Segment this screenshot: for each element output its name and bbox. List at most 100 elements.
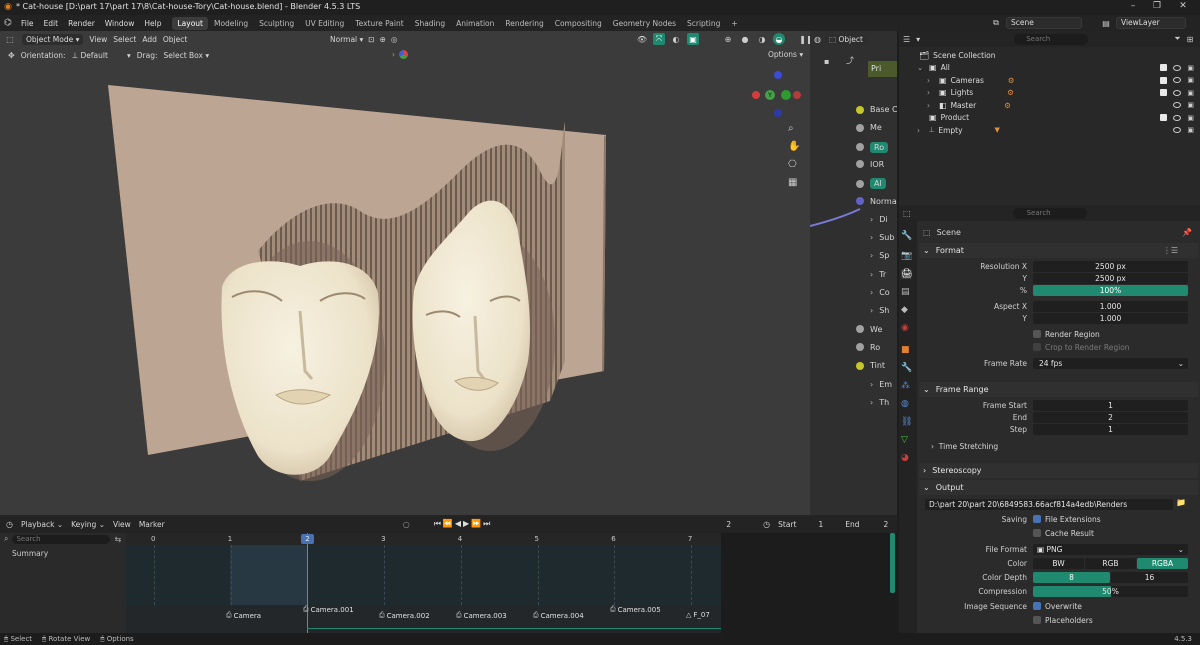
properties-type-icon[interactable]: ⬚ <box>903 209 911 218</box>
swap-icon[interactable]: ⇆ <box>114 535 121 544</box>
timeline-marker[interactable]: ⎙ Camera.002 <box>379 611 430 620</box>
pan-hand-icon[interactable]: ✋ <box>788 141 800 152</box>
socket-icon[interactable] <box>856 361 864 370</box>
crop-region-checkbox[interactable] <box>1033 343 1041 351</box>
outliner-row[interactable]: › ⟂ Empty ▼ ▣ <box>899 124 1200 137</box>
format-section-header[interactable]: ⌄ Format ⋮☰ <box>919 243 1198 258</box>
socket-icon[interactable] <box>856 343 864 352</box>
outliner-row[interactable]: › ▣ Lights ⚙ ▣ <box>899 87 1200 100</box>
frame-rate-dropdown[interactable]: 24 fps ⌄ <box>1033 358 1188 369</box>
tab-animation[interactable]: Animation <box>451 17 499 30</box>
file-format-dropdown[interactable]: ▣ PNG ⌄ <box>1033 544 1188 555</box>
current-frame-field[interactable]: 2 <box>726 520 731 529</box>
node-socket-row[interactable]: We <box>856 325 882 334</box>
view-layer-field[interactable]: ViewLayer <box>1116 17 1186 29</box>
tab-modeling[interactable]: Modeling <box>209 17 253 30</box>
x-axis-icon[interactable] <box>752 91 760 99</box>
tab-layout[interactable]: Layout <box>172 16 208 30</box>
time-stretching-subpanel[interactable]: › Time Stretching <box>931 442 998 451</box>
start-field[interactable]: 1 <box>818 520 823 529</box>
neg-z-axis-icon[interactable] <box>774 109 782 117</box>
constraints-tab-icon[interactable]: ⛓ <box>901 417 912 427</box>
transform-orientation-dropdown[interactable]: Normal ▾ <box>330 35 363 44</box>
camera-view-icon[interactable]: ⎔ <box>788 159 797 170</box>
node-editor-type-icon[interactable]: ◍ <box>814 35 821 44</box>
socket-icon[interactable] <box>856 105 864 114</box>
frame-end-field[interactable]: 2 <box>1033 412 1188 423</box>
tab-compositing[interactable]: Compositing <box>550 17 607 30</box>
node-socket-row[interactable]: Ro <box>856 141 889 153</box>
neg-y-axis-icon[interactable] <box>781 90 791 100</box>
expand-arrow-icon[interactable]: › <box>870 270 873 279</box>
render-camera-icon[interactable]: ▣ <box>1187 89 1194 97</box>
exclude-checkbox[interactable] <box>1160 64 1168 72</box>
3d-viewport[interactable]: ⬚ Object Mode ▾ View Select Add Object N… <box>0 31 810 515</box>
view-layer-tab-icon[interactable]: ▤ <box>901 287 910 297</box>
minimize-button[interactable]: – <box>1126 1 1140 13</box>
particles-tab-icon[interactable]: ⁂ <box>901 381 910 391</box>
gizmo-toggle-icon[interactable]: ⤧ <box>653 33 665 45</box>
disclosure-icon[interactable]: ⌄ <box>917 63 925 72</box>
timeline-marker[interactable]: △ F_07 <box>686 611 710 619</box>
material-shading-icon[interactable]: ◑ <box>756 35 768 44</box>
node-socket-row[interactable]: Al <box>856 178 886 190</box>
exclude-checkbox[interactable] <box>1160 76 1168 84</box>
outliner-row[interactable]: › ◧ Master ⚙ ▣ <box>899 99 1200 112</box>
timeline-marker[interactable]: ⎙ Camera.003 <box>456 611 507 620</box>
timeline-menu-keying[interactable]: Keying ⌄ <box>71 520 105 529</box>
frame-start-field[interactable]: 1 <box>1033 400 1188 411</box>
neg-x-axis-icon[interactable] <box>793 91 801 99</box>
overwrite-checkbox[interactable] <box>1033 602 1041 610</box>
render-camera-icon[interactable]: ▣ <box>1187 114 1194 122</box>
render-camera-icon[interactable]: ▣ <box>1187 101 1194 109</box>
node-object-dropdown[interactable]: ⬚ Object <box>824 33 867 45</box>
tab-uv-editing[interactable]: UV Editing <box>300 17 349 30</box>
menu-file[interactable]: File <box>16 19 39 28</box>
pin-icon[interactable]: 📌 <box>1182 228 1192 237</box>
color-depth-8-option[interactable]: 8 <box>1033 572 1110 583</box>
scene-field[interactable]: Scene <box>1006 17 1082 29</box>
timeline-menu-marker[interactable]: Marker <box>139 520 165 529</box>
frame-step-field[interactable]: 1 <box>1033 424 1188 435</box>
node-socket-row[interactable]: › Sp <box>856 251 889 260</box>
exclude-checkbox[interactable] <box>1160 89 1168 97</box>
folder-browse-icon[interactable]: 📁 <box>1176 498 1186 507</box>
object-mode-dropdown[interactable]: Object Mode ▾ <box>22 33 84 45</box>
overlay-icon[interactable]: ◐ <box>670 35 682 44</box>
visibility-icon[interactable]: 👁 <box>636 35 648 44</box>
outliner-row[interactable]: ⌄ ▣ All ▣ <box>899 62 1200 75</box>
node-socket-row[interactable]: › Sh <box>856 306 889 315</box>
properties-search-input[interactable]: Search <box>1012 207 1087 219</box>
eye-icon[interactable] <box>1173 77 1182 84</box>
expand-arrow-icon[interactable]: › <box>870 251 873 260</box>
node-socket-row[interactable]: Me <box>856 123 882 132</box>
node-socket-row[interactable]: Tint <box>856 361 885 370</box>
color-depth-16-option[interactable]: 16 <box>1111 572 1188 583</box>
physics-tab-icon[interactable]: ◍ <box>901 399 909 409</box>
expand-arrow-icon[interactable]: › <box>870 380 873 389</box>
viewport-menu-view[interactable]: View <box>89 35 107 44</box>
y-axis-icon[interactable]: Y <box>765 90 775 100</box>
disclosure-icon[interactable]: › <box>917 126 925 135</box>
expand-arrow-icon[interactable]: › <box>870 306 873 315</box>
data-tab-icon[interactable]: ▽ <box>901 435 908 445</box>
output-path-field[interactable]: D:\part 20\part 20\6849583.66acf814a4edb… <box>925 499 1173 510</box>
rendered-shading-icon[interactable]: ◒ <box>773 33 785 45</box>
navigation-gizmo[interactable]: Y <box>752 71 801 151</box>
expand-arrow-icon[interactable]: › <box>870 288 873 297</box>
node-socket-row[interactable]: › Di <box>856 215 888 224</box>
material-tab-icon[interactable]: ◕ <box>901 453 909 463</box>
end-field[interactable]: 2 <box>884 520 889 529</box>
solid-shading-icon[interactable]: ● <box>739 35 751 44</box>
tab-scripting[interactable]: Scripting <box>682 17 725 30</box>
channel-search-input[interactable]: Search <box>12 534 111 544</box>
color-bw-option[interactable]: BW <box>1033 558 1084 569</box>
xray-icon[interactable]: ▣ <box>687 33 699 45</box>
tab-rendering[interactable]: Rendering <box>500 17 548 30</box>
maximize-button[interactable]: ❐ <box>1150 1 1164 13</box>
filter-icon[interactable]: ⏷ <box>1174 34 1180 44</box>
disclosure-icon[interactable]: › <box>927 88 935 97</box>
zoom-icon[interactable]: ⌕ <box>788 123 794 134</box>
viewport-menu-object[interactable]: Object <box>163 35 187 44</box>
node-socket-row[interactable]: Norma <box>856 197 897 206</box>
